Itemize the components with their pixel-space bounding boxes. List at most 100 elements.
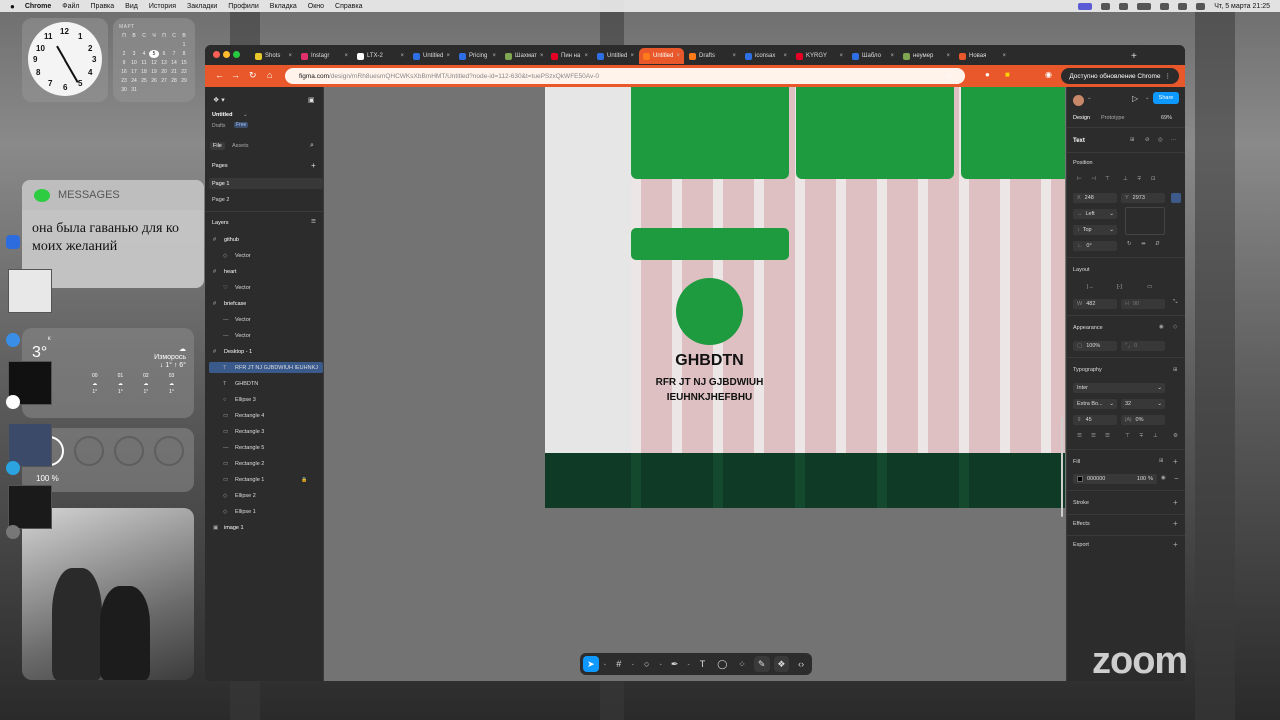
canvas-subtext-line[interactable]: IEUHNKJHEFBHU: [631, 392, 788, 403]
desktop-frame[interactable]: GHBDTN RFR JT NJ GJBDWIUH IEUHNKJHEFBHU: [545, 87, 1065, 508]
lock-icon[interactable]: 🔒: [301, 477, 307, 483]
layer-item[interactable]: Vector: [235, 253, 251, 259]
figma-menu-icon[interactable]: ❖ ▾: [213, 96, 225, 104]
chevron-down-icon[interactable]: ⌄: [603, 661, 607, 667]
extension-icon[interactable]: ■: [1005, 70, 1010, 79]
layer-item[interactable]: Ellipse 1: [235, 509, 256, 515]
add-page-icon[interactable]: +: [311, 161, 316, 170]
tab-assets[interactable]: Assets: [232, 143, 249, 149]
close-window-button[interactable]: [213, 51, 220, 58]
layer-item[interactable]: Rectangle 3: [235, 429, 264, 435]
close-tab-icon[interactable]: ×: [288, 53, 292, 59]
chevron-down-icon[interactable]: ⌄: [686, 661, 690, 667]
browser-tab[interactable]: Untitled ×: [639, 48, 684, 64]
opacity-field[interactable]: ▢ 100%: [1073, 341, 1117, 351]
menu-item-file[interactable]: Файл: [62, 3, 79, 10]
text-align-center-icon[interactable]: ☰: [1091, 433, 1096, 439]
flip-horizontal-icon[interactable]: ⇹: [1141, 241, 1146, 247]
tab-file[interactable]: File: [210, 142, 225, 150]
horizontal-constraint-select[interactable]: ↔ Left ⌄: [1073, 209, 1117, 219]
forward-icon[interactable]: →: [231, 70, 240, 80]
link-icon[interactable]: ⊘: [1145, 137, 1150, 143]
rotation-field[interactable]: ∟ 0°: [1073, 241, 1117, 251]
layer-item[interactable]: briefcase: [224, 301, 246, 307]
eye-icon[interactable]: ◉: [1159, 324, 1164, 330]
add-effect-icon[interactable]: +: [1173, 519, 1178, 528]
design-mode-icon[interactable]: ❖: [773, 656, 790, 672]
url-field[interactable]: figma.com/design/rnRh8uesmQHCWKsXbBmHMT/…: [285, 68, 965, 84]
figma-canvas[interactable]: GHBDTN RFR JT NJ GJBDWIUH IEUHNKJHEFBHU …: [324, 87, 1066, 681]
share-button[interactable]: Share: [1153, 92, 1179, 104]
height-field[interactable]: H 90: [1121, 299, 1165, 309]
line-height-field[interactable]: ⇕ 45: [1073, 415, 1117, 425]
minimize-window-button[interactable]: [223, 51, 230, 58]
layer-item[interactable]: Rectangle 1: [235, 477, 264, 483]
text-align-middle-icon[interactable]: ∓: [1139, 433, 1144, 439]
window-thumbnail[interactable]: [8, 485, 52, 529]
close-tab-icon[interactable]: ×: [839, 53, 843, 59]
menu-app-name[interactable]: Chrome: [25, 3, 51, 10]
more-icon[interactable]: ⋯: [1171, 137, 1177, 143]
new-tab-button[interactable]: +: [1127, 48, 1141, 64]
rectangle-2[interactable]: [796, 87, 954, 179]
browser-tab[interactable]: Пин на ×: [547, 48, 592, 64]
control-center-icon[interactable]: [1196, 2, 1206, 10]
text-align-top-icon[interactable]: ⊤: [1125, 433, 1130, 439]
user-avatar[interactable]: [1073, 95, 1084, 106]
toggle-sidebar-icon[interactable]: ▣: [308, 96, 315, 104]
font-family-select[interactable]: Inter ⌄: [1073, 383, 1165, 393]
browser-tab[interactable]: Instagr ×: [297, 48, 352, 64]
style-icon[interactable]: ◎: [1158, 137, 1163, 143]
browser-tab[interactable]: Untitled ×: [409, 48, 454, 64]
wifi-icon[interactable]: [1160, 2, 1170, 10]
menu-item-edit[interactable]: Правка: [91, 3, 115, 10]
app-icon[interactable]: [6, 525, 20, 539]
width-field[interactable]: W 482: [1073, 299, 1117, 309]
hug-fixed-icon[interactable]: [-]: [1117, 284, 1122, 290]
move-tool-icon[interactable]: ➤: [583, 656, 599, 672]
align-left-icon[interactable]: ⊢: [1077, 176, 1082, 182]
layer-item[interactable]: heart: [224, 269, 237, 275]
menu-item-view[interactable]: Вид: [125, 3, 138, 10]
photo-widget[interactable]: [22, 508, 194, 680]
telegram-app-icon[interactable]: [6, 461, 20, 475]
layers-options-icon[interactable]: ☰: [311, 219, 316, 225]
browser-tab[interactable]: iconsax ×: [741, 48, 791, 64]
window-thumbnail[interactable]: [8, 269, 52, 313]
comment-tool-icon[interactable]: ◯: [714, 656, 730, 672]
vertical-scrollbar[interactable]: [1061, 417, 1063, 517]
drafts-label[interactable]: Drafts: [212, 123, 225, 129]
layer-item[interactable]: Vector: [235, 333, 251, 339]
rotate-icon[interactable]: ↻: [1127, 241, 1132, 247]
add-fill-icon[interactable]: +: [1173, 457, 1178, 466]
align-center-icon[interactable]: ⊣: [1091, 176, 1096, 182]
yandex-app-icon[interactable]: [6, 395, 20, 409]
layer-item[interactable]: Ellipse 3: [235, 397, 256, 403]
text-align-right-icon[interactable]: ☰: [1105, 433, 1110, 439]
layer-item[interactable]: Ellipse 2: [235, 493, 256, 499]
close-tab-icon[interactable]: ×: [400, 53, 404, 59]
remove-fill-icon[interactable]: −: [1174, 474, 1179, 483]
battery-icon[interactable]: [1137, 2, 1152, 10]
browser-tab[interactable]: Shots ×: [251, 48, 296, 64]
close-tab-icon[interactable]: ×: [344, 53, 348, 59]
menu-item-history[interactable]: История: [149, 3, 176, 10]
rectangle-1[interactable]: [631, 87, 789, 179]
draw-mode-icon[interactable]: ✎: [753, 656, 770, 672]
close-tab-icon[interactable]: ×: [630, 53, 634, 59]
layer-item[interactable]: Desktop - 1: [224, 349, 252, 355]
constraint-diagram[interactable]: [1125, 207, 1165, 235]
layer-item[interactable]: Vector: [235, 317, 251, 323]
text-style-icon[interactable]: ⊞: [1173, 367, 1178, 373]
vertical-constraint-select[interactable]: ↕ Top ⌄: [1073, 225, 1117, 235]
browser-tab[interactable]: неумер ×: [899, 48, 954, 64]
page-item[interactable]: Page 2: [212, 197, 229, 203]
resize-icon[interactable]: ⤡: [1173, 299, 1177, 306]
file-name[interactable]: Untitled: [212, 112, 232, 118]
layer-item[interactable]: GHBDTN: [235, 381, 258, 387]
layer-item[interactable]: github: [224, 237, 239, 243]
browser-tab[interactable]: Untitled ×: [593, 48, 638, 64]
ellipse-3[interactable]: [676, 278, 743, 345]
menu-item-tab[interactable]: Вкладка: [270, 3, 297, 10]
back-icon[interactable]: ←: [215, 70, 224, 80]
